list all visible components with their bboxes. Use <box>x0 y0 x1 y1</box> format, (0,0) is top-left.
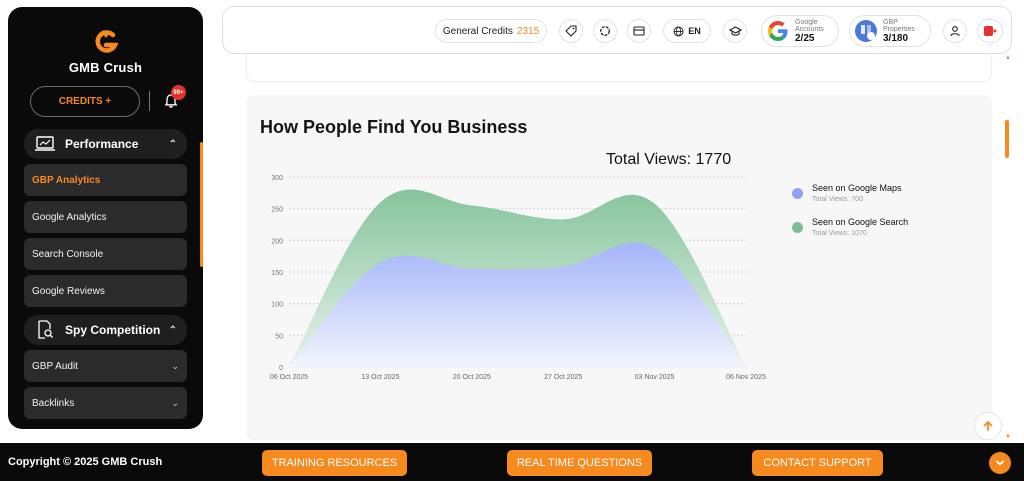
credits-value: 2315 <box>516 25 540 37</box>
y-tick-label: 200 <box>271 238 283 245</box>
notification-badge: 99+ <box>171 85 186 100</box>
sidebar-item-gbp-audit[interactable]: GBP Audit ⌄ <box>24 350 187 382</box>
sidebar-item-search-console[interactable]: Search Console <box>24 238 187 270</box>
chart-legend: Seen on Google Maps Total Views: 700 See… <box>792 183 908 251</box>
scroll-down-arrow-icon[interactable]: ▼ <box>1005 434 1011 440</box>
previous-card <box>246 54 992 82</box>
chevron-down-icon: ⌄ <box>171 397 179 408</box>
card-title: How People Find You Business <box>260 117 528 137</box>
legend-dot <box>792 188 803 199</box>
x-tick-label: 20 Oct 2025 <box>453 374 491 381</box>
divider <box>149 91 150 111</box>
page-scrollbar[interactable] <box>1005 120 1009 158</box>
legend-item-maps[interactable]: Seen on Google Maps Total Views: 700 <box>792 183 908 203</box>
language-selector[interactable]: EN <box>663 19 711 43</box>
label-line-2: Properties <box>883 25 915 33</box>
card-icon[interactable] <box>627 19 651 43</box>
x-tick-label: 06 Oct 2025 <box>270 374 308 381</box>
sidebar-item-backlinks[interactable]: Backlinks ⌄ <box>24 387 187 419</box>
chevron-up-icon: ⌃ <box>168 138 177 150</box>
tag-icon[interactable] <box>559 19 583 43</box>
legend-item-search[interactable]: Seen on Google Search Total Views: 1070 <box>792 217 908 237</box>
sidebar-menu: Performance ⌃ GBP Analytics Google Analy… <box>24 129 187 419</box>
logout-icon[interactable] <box>977 19 1003 43</box>
brand: GMB Crush <box>8 29 203 75</box>
label-line-1: GBP <box>883 18 898 26</box>
total-views: Total Views: 1770 <box>606 151 732 168</box>
arrow-up-icon <box>983 420 993 431</box>
laptop-chart-icon <box>34 135 56 153</box>
y-tick-label: 150 <box>271 270 283 277</box>
section-performance[interactable]: Performance ⌃ <box>24 129 187 159</box>
gmb-crush-logo-icon <box>95 30 118 53</box>
google-icon <box>768 21 788 41</box>
sidebar-item-label: Backlinks <box>32 397 75 409</box>
contact-support-button[interactable]: CONTACT SUPPORT <box>752 450 883 476</box>
chevron-up-icon: ⌃ <box>168 324 177 336</box>
sidebar-scrollbar[interactable] <box>200 142 203 267</box>
legend-dot <box>792 222 803 233</box>
section-title: Performance <box>65 137 139 151</box>
training-resources-button[interactable]: TRAINING RESOURCES <box>262 450 407 476</box>
graduation-cap-icon[interactable] <box>723 19 747 43</box>
scroll-up-arrow-icon[interactable]: ▲ <box>1005 55 1011 61</box>
gbp-properties-value: 3/180 <box>883 32 909 44</box>
y-tick-label: 50 <box>275 333 283 340</box>
section-spy-competition[interactable]: Spy Competition ⌃ <box>24 315 187 345</box>
globe-icon <box>673 26 684 36</box>
legend-name: Seen on Google Search <box>812 217 909 227</box>
expand-chevron-button[interactable] <box>989 452 1011 474</box>
user-icon[interactable] <box>943 19 967 43</box>
sidebar-item-gbp-analytics[interactable]: GBP Analytics <box>24 164 187 196</box>
y-tick-label: 100 <box>271 302 283 309</box>
credits-button[interactable]: CREDITS + <box>30 86 140 117</box>
legend-subtitle: Total Views: 700 <box>812 196 863 203</box>
section-title: Spy Competition <box>65 323 161 337</box>
real-time-questions-button[interactable]: REAL TIME QUESTIONS <box>507 450 652 476</box>
google-business-icon <box>855 20 877 42</box>
label-line-2: Accounts <box>795 25 824 33</box>
discovery-card: How People Find You Business Total Views… <box>246 95 992 440</box>
sidebar-item-google-analytics[interactable]: Google Analytics <box>24 201 187 233</box>
footer: Copyright © 2025 GMB Crush TRAINING RESO… <box>0 443 1024 481</box>
y-tick-label: 250 <box>271 207 283 214</box>
openai-icon[interactable] <box>593 19 617 43</box>
google-accounts-value: 2/25 <box>795 32 815 44</box>
document-search-icon <box>34 320 56 339</box>
general-credits-pill[interactable]: General Credits 2315 <box>435 19 547 43</box>
language-label: EN <box>688 26 701 36</box>
top-bar: General Credits 2315 EN Google Accounts … <box>222 6 1012 54</box>
legend-name: Seen on Google Maps <box>812 183 902 193</box>
x-tick-label: 27 Oct 2025 <box>544 374 582 381</box>
x-tick-label: 03 Nov 2025 <box>635 374 675 381</box>
google-accounts-label: Google Accounts 2/25 <box>795 19 824 44</box>
sidebar-item-label: GBP Audit <box>32 360 78 372</box>
x-tick-label: 06 Nov 2025 <box>726 374 766 381</box>
scroll-to-top-button[interactable] <box>974 412 1002 440</box>
label-line-1: Google <box>795 18 818 26</box>
gbp-properties-pill[interactable]: GBP Properties 3/180 <box>849 15 931 47</box>
copyright: Copyright © 2025 GMB Crush <box>8 456 163 468</box>
sidebar-item-google-reviews[interactable]: Google Reviews <box>24 275 187 307</box>
chevron-down-icon <box>995 460 1005 466</box>
legend-subtitle: Total Views: 1070 <box>812 230 867 237</box>
y-tick-label: 300 <box>271 175 283 182</box>
google-accounts-pill[interactable]: Google Accounts 2/25 <box>761 15 839 47</box>
gbp-properties-label: GBP Properties 3/180 <box>883 19 915 44</box>
credits-label: General Credits <box>442 25 513 37</box>
area-chart: 0 50 100 150 200 250 300 06 Oct 2025 13 Oct 2025… <box>270 175 766 381</box>
x-tick-label: 13 Oct 2025 <box>361 374 399 381</box>
brand-name: GMB Crush <box>68 60 143 75</box>
chevron-down-icon: ⌄ <box>171 360 179 371</box>
sidebar: GMB Crush CREDITS + 99+ Performance ⌃ GB… <box>8 7 203 429</box>
y-tick-label: 0 <box>279 365 283 372</box>
